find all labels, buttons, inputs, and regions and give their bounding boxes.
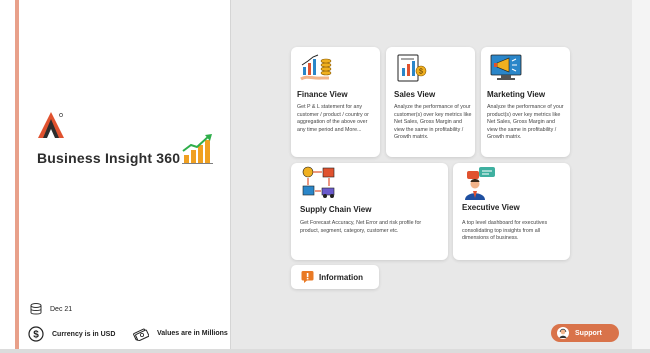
brand-title: Business Insight 360 [37,150,181,166]
executive-presenter-icon [461,165,499,206]
marketing-view-card[interactable]: Marketing View Analyze the performance o… [481,47,570,157]
values-info: Values are in Millions [133,326,228,341]
date-info: Dec 21 [30,303,72,316]
accent-bar [15,0,19,353]
support-label: Support [575,329,602,337]
database-icon [30,303,42,316]
support-button[interactable]: Support [551,324,619,342]
sales-view-title: Sales View [394,90,436,99]
sales-view-desc: Analyze the performance of your customer… [394,104,472,140]
sales-document-icon: $ [394,53,430,88]
support-agent-icon [557,327,569,339]
information-label: Information [319,272,363,282]
executive-view-card[interactable]: Executive View A top level dashboard for… [453,163,570,260]
marketing-view-desc: Analyze the performance of your product(… [487,104,564,140]
supply-chain-view-card[interactable]: Supply Chain View Get Forecast Accuracy,… [291,163,448,260]
finance-view-title: Finance View [297,90,348,99]
currency-label: Currency is in USD [52,330,116,338]
right-strip [632,0,650,353]
executive-view-title: Executive View [462,203,520,212]
date-label: Dec 21 [50,306,73,313]
svg-text:$: $ [33,330,39,341]
currency-info: $ Currency is in USD [28,326,115,342]
marketing-megaphone-icon [487,53,525,88]
money-icon [133,326,149,341]
dollar-icon: $ [28,326,44,342]
sales-view-card[interactable]: $ Sales View Analyze the performance of … [386,47,475,157]
values-label: Values are in Millions [157,330,228,337]
marketing-view-title: Marketing View [487,90,546,99]
finance-coins-icon [299,53,335,88]
growth-chart-icon [181,133,215,165]
atliq-logo-icon [36,110,66,140]
supply-chain-view-title: Supply Chain View [300,205,372,214]
supply-chain-icon [301,166,337,205]
information-button[interactable]: Information [291,265,379,289]
executive-view-desc: A top level dashboard for executives con… [462,220,548,241]
left-panel [0,0,230,353]
info-icon [301,270,314,284]
bottom-border [0,349,650,353]
finance-view-card[interactable]: Finance View Get P & L statement for any… [291,47,380,157]
svg-text:$: $ [419,69,423,76]
panel-divider [230,0,231,353]
finance-view-desc: Get P & L statement for any customer / p… [297,104,369,133]
supply-chain-view-desc: Get Forecast Accuracy, Net Error and ris… [300,220,422,234]
